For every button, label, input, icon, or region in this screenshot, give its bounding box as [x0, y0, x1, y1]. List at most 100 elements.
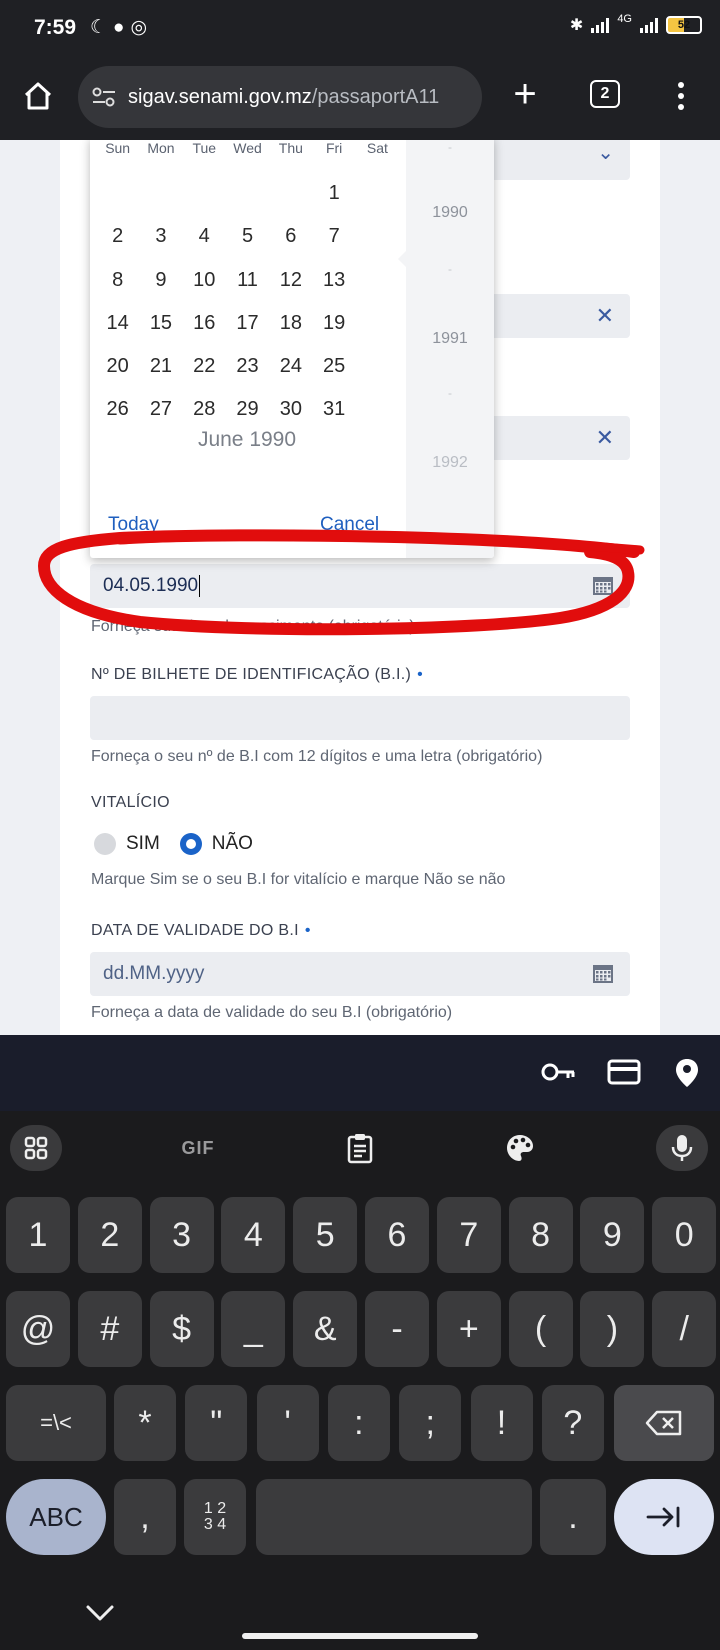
location-pin-icon[interactable] [674, 1057, 700, 1089]
clear-icon[interactable]: ✕ [596, 425, 614, 451]
tab-switcher-button[interactable]: 2 [590, 80, 620, 108]
key-row3-4[interactable]: : [327, 1385, 390, 1461]
backspace-key[interactable] [614, 1385, 714, 1461]
clear-icon[interactable]: ✕ [596, 303, 614, 329]
key-row3-6[interactable]: ! [470, 1385, 533, 1461]
day-cell[interactable]: 2 [96, 215, 139, 258]
clipboard-button[interactable] [334, 1125, 386, 1171]
theme-button[interactable] [494, 1125, 546, 1171]
radio-sim-label[interactable]: SIM [126, 833, 160, 855]
day-cell[interactable]: 19 [312, 302, 355, 345]
day-cell[interactable]: 15 [139, 302, 182, 345]
key-row1-8[interactable]: 9 [580, 1197, 645, 1273]
abc-key[interactable]: ABC [6, 1479, 106, 1555]
key-row3-5[interactable]: ; [399, 1385, 462, 1461]
day-cell[interactable]: 30 [269, 388, 312, 431]
radio-sim[interactable] [94, 833, 116, 855]
key-row1-9[interactable]: 0 [652, 1197, 717, 1273]
day-cell[interactable]: 21 [139, 345, 182, 388]
new-tab-button[interactable]: + [508, 72, 542, 118]
day-cell[interactable]: 16 [183, 302, 226, 345]
month-title[interactable]: June 1990 [90, 428, 404, 452]
key-row3-0[interactable]: =\< [6, 1385, 106, 1461]
key-row1-0[interactable]: 1 [6, 1197, 70, 1273]
year-1991[interactable]: 1991 [406, 330, 494, 348]
day-cell[interactable]: 20 [96, 345, 139, 388]
day-cell[interactable]: 11 [226, 259, 269, 302]
key-row2-0[interactable]: @ [6, 1291, 70, 1367]
card-icon[interactable] [607, 1057, 641, 1087]
day-cell[interactable]: 18 [269, 302, 312, 345]
day-cell[interactable]: 4 [183, 215, 226, 258]
key-row1-4[interactable]: 5 [293, 1197, 358, 1273]
key-row3-3[interactable]: ' [256, 1385, 319, 1461]
period-key[interactable]: . [540, 1479, 606, 1555]
more-menu-button[interactable] [672, 78, 690, 114]
url-text[interactable]: sigav.senami.gov.mz/passaportA11 [128, 86, 439, 109]
day-cell[interactable]: 6 [269, 215, 312, 258]
key-row3-7[interactable]: ? [541, 1385, 604, 1461]
key-row2-7[interactable]: ( [508, 1291, 573, 1367]
key-row1-3[interactable]: 4 [221, 1197, 286, 1273]
next-key[interactable] [614, 1479, 714, 1555]
day-cell[interactable]: 27 [139, 388, 182, 431]
gesture-nav-bar[interactable] [242, 1633, 478, 1639]
day-cell[interactable]: 8 [96, 259, 139, 302]
gif-button[interactable]: GIF [172, 1125, 224, 1171]
key-row2-4[interactable]: & [293, 1291, 358, 1367]
day-cell[interactable]: 17 [226, 302, 269, 345]
day-cell[interactable]: 25 [312, 345, 355, 388]
comma-key[interactable]: , [114, 1479, 176, 1555]
cancel-button[interactable]: Cancel [320, 514, 379, 536]
year-1990[interactable]: 1990 [406, 204, 494, 222]
calendar-icon[interactable] [592, 574, 614, 596]
today-button[interactable]: Today [108, 514, 159, 536]
key-row1-2[interactable]: 3 [149, 1197, 214, 1273]
key-row2-8[interactable]: ) [580, 1291, 645, 1367]
year-scroller[interactable]: - 1990 - 1991 - 1992 [406, 140, 494, 558]
day-cell[interactable]: 1 [312, 172, 355, 215]
day-cell[interactable]: 10 [183, 259, 226, 302]
bi-number-input[interactable] [90, 696, 630, 740]
day-cell[interactable]: 5 [226, 215, 269, 258]
day-cell[interactable]: 24 [269, 345, 312, 388]
calendar-icon[interactable] [592, 962, 614, 984]
radio-nao[interactable] [179, 833, 202, 855]
validade-date-input[interactable]: dd.MM.yyyy [90, 952, 630, 996]
day-cell[interactable]: 14 [96, 302, 139, 345]
day-cell[interactable]: 23 [226, 345, 269, 388]
key-row1-1[interactable]: 2 [77, 1197, 142, 1273]
key-row3-1[interactable]: * [114, 1385, 176, 1461]
day-cell[interactable]: 28 [183, 388, 226, 431]
day-cell[interactable]: 26 [96, 388, 139, 431]
address-bar[interactable]: sigav.senami.gov.mz/passaportA11 [78, 66, 482, 128]
day-cell[interactable]: 31 [312, 388, 355, 431]
day-cell[interactable]: 22 [183, 345, 226, 388]
key-icon[interactable] [540, 1057, 578, 1087]
key-row1-6[interactable]: 7 [436, 1197, 501, 1273]
site-settings-icon[interactable] [90, 85, 118, 109]
home-button[interactable] [18, 76, 58, 116]
year-1992[interactable]: 1992 [406, 454, 494, 472]
day-cell[interactable]: 9 [139, 259, 182, 302]
day-cell[interactable]: 3 [139, 215, 182, 258]
day-cell[interactable]: 12 [269, 259, 312, 302]
birth-date-input[interactable]: 04.05.1990 [90, 564, 630, 608]
key-row2-6[interactable]: + [436, 1291, 501, 1367]
key-row2-1[interactable]: # [77, 1291, 142, 1367]
key-row2-2[interactable]: $ [149, 1291, 214, 1367]
radio-nao-label[interactable]: NÃO [212, 833, 253, 855]
key-row2-3[interactable]: _ [221, 1291, 286, 1367]
key-row1-5[interactable]: 6 [365, 1197, 429, 1273]
day-cell[interactable]: 29 [226, 388, 269, 431]
day-cell[interactable]: 7 [312, 215, 355, 258]
key-row2-5[interactable]: - [365, 1291, 429, 1367]
day-cell[interactable]: 13 [312, 259, 355, 302]
key-row1-7[interactable]: 8 [508, 1197, 573, 1273]
apps-grid-button[interactable] [10, 1125, 62, 1171]
numpad-key[interactable]: 1 2 3 4 [184, 1479, 246, 1555]
key-row3-2[interactable]: " [185, 1385, 248, 1461]
space-key[interactable] [256, 1479, 532, 1555]
hide-keyboard-chevron-icon[interactable] [84, 1601, 116, 1625]
key-row2-9[interactable]: / [652, 1291, 717, 1367]
